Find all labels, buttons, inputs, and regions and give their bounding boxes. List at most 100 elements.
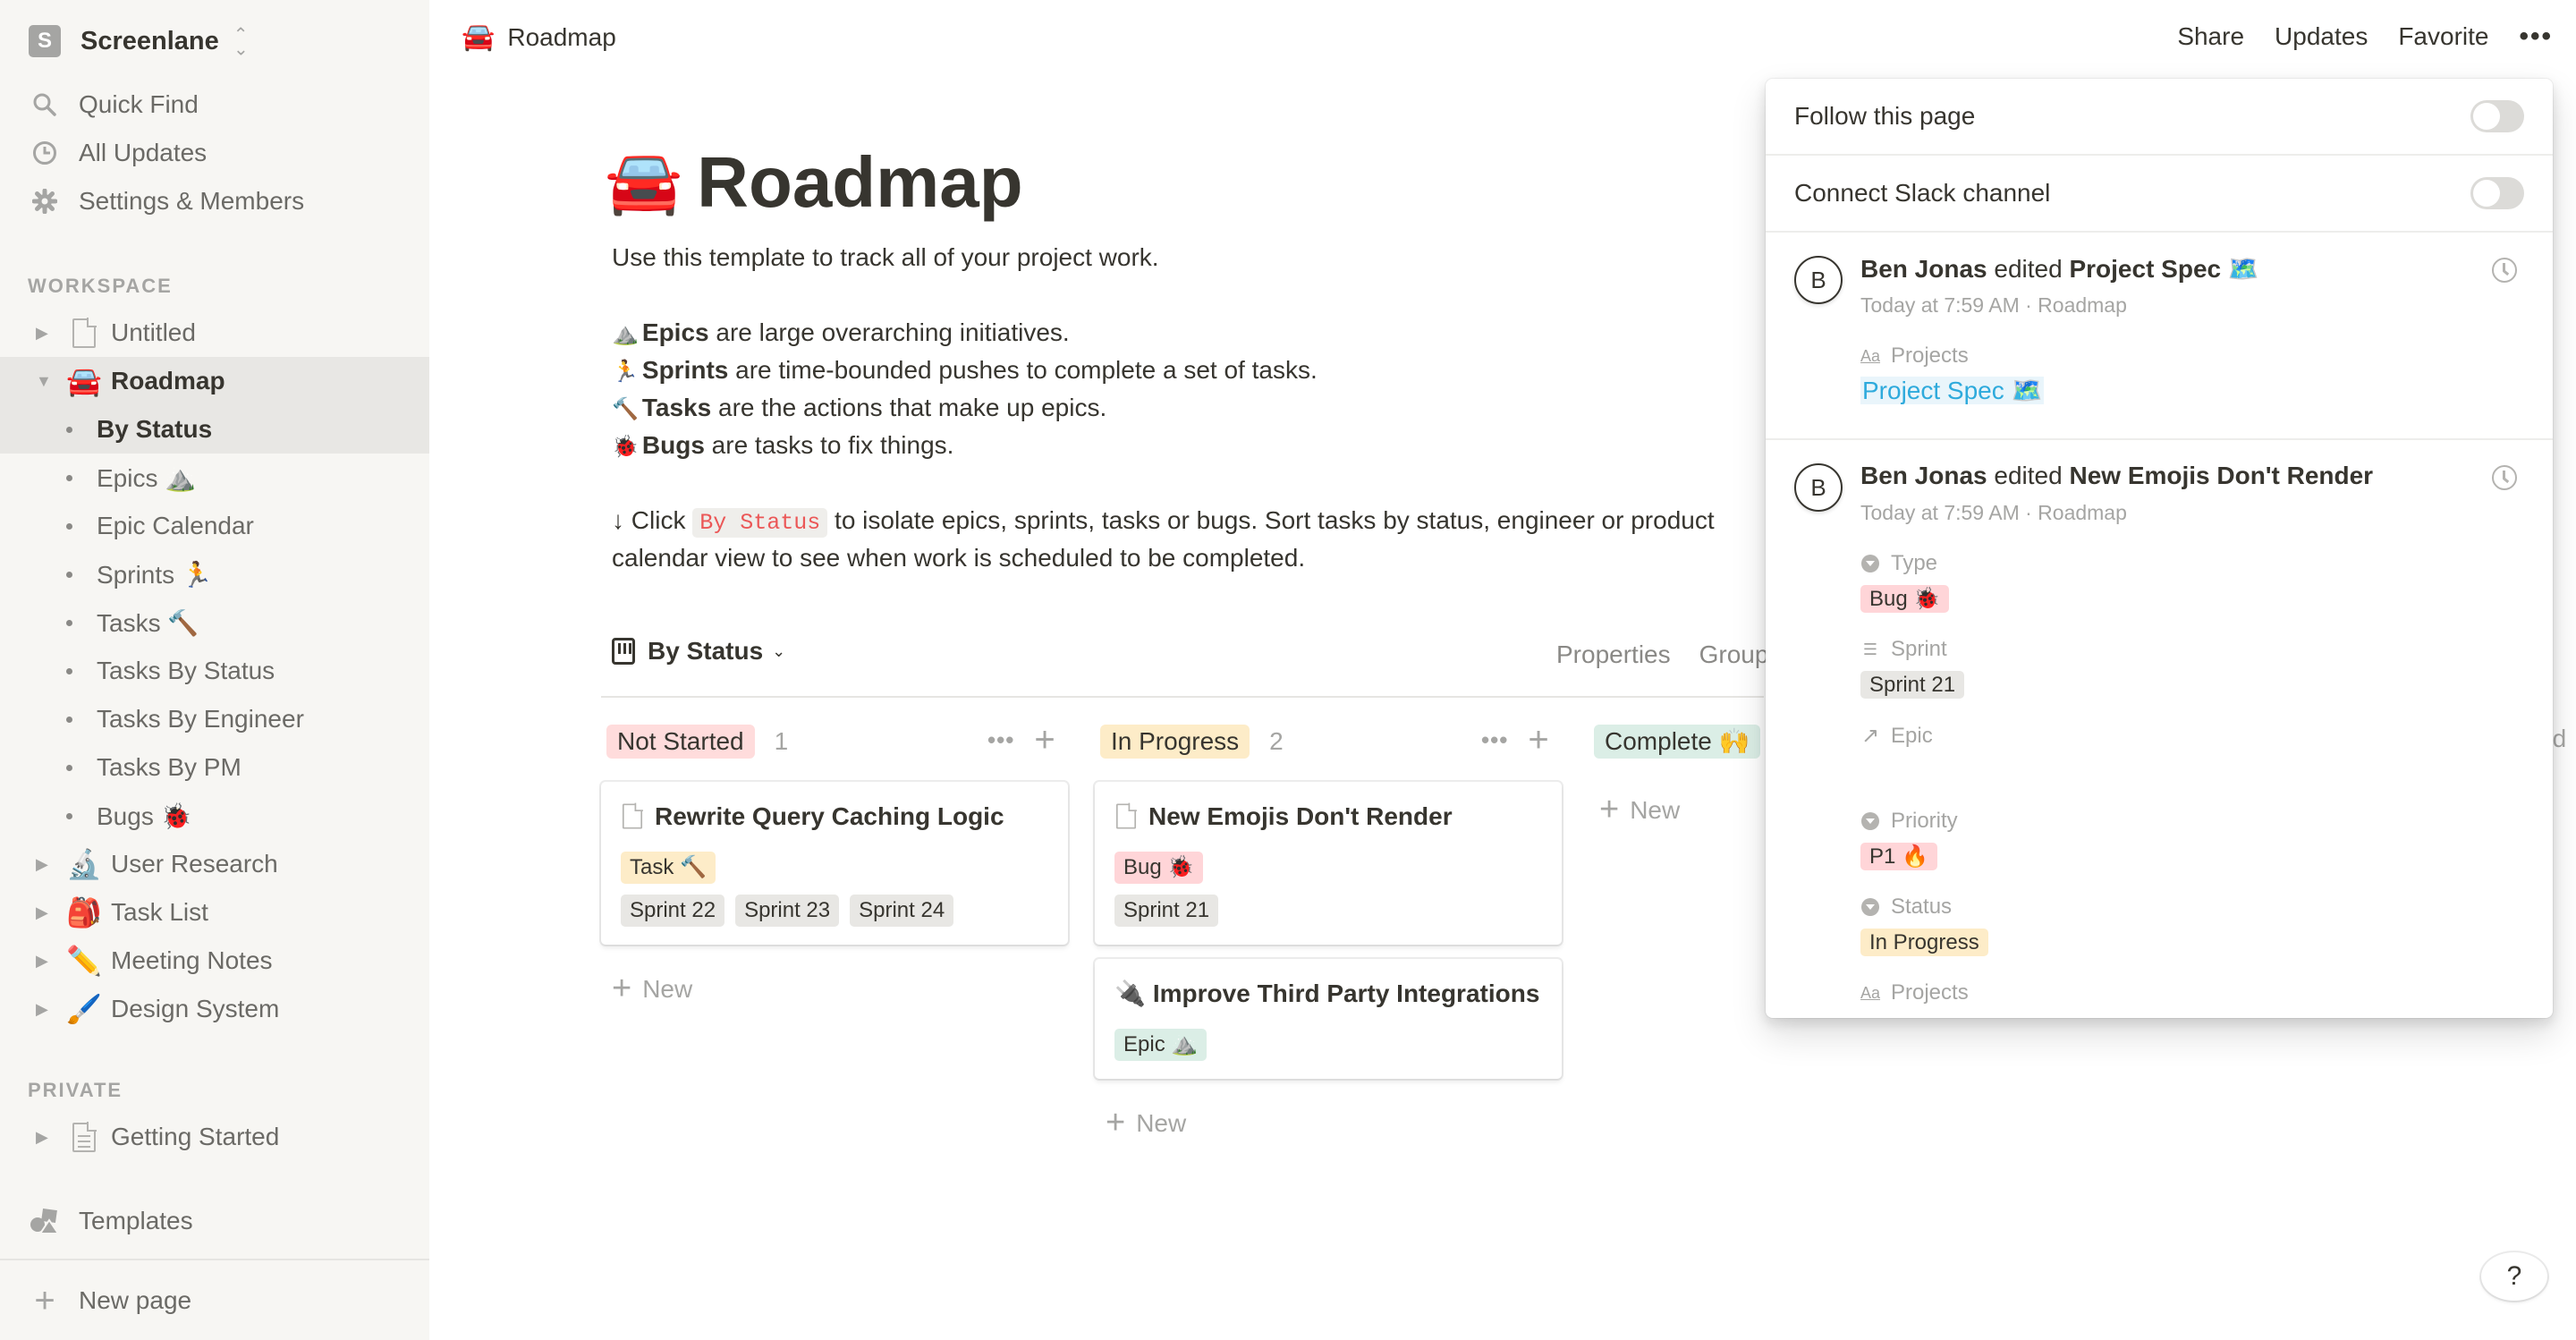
column-add-icon[interactable]: + (1034, 722, 1055, 758)
instruction-line-2: calendar view to see when work is schedu… (612, 544, 1306, 572)
help-button[interactable]: ? (2481, 1252, 2547, 1301)
sidebar-view-label: By Status (97, 415, 213, 443)
group-button[interactable]: Group (1699, 640, 1769, 668)
add-card-not-started[interactable]: + New (612, 970, 692, 1008)
column-more-icon[interactable]: ••• (1481, 726, 1508, 754)
workspace-switcher[interactable]: S Screenlane ⌃ ⌃ (29, 23, 249, 59)
update-item[interactable]: B Ben Jonas edited New Emojis Don't Rend… (1766, 440, 2553, 1018)
breadcrumb-label: Roadmap (507, 22, 616, 51)
sidebar-page-user-research[interactable]: ▶ 🔬 User Research (0, 840, 429, 888)
status-tag: In Progress (1860, 929, 1988, 956)
breadcrumb[interactable]: 🚘 Roadmap (462, 21, 616, 53)
sidebar-view-epics[interactable]: Epics ⛰️ (0, 454, 429, 502)
add-card-in-progress[interactable]: + New (1106, 1104, 1186, 1142)
sidebar-view-tasks[interactable]: Tasks 🔨 (0, 598, 429, 647)
updates-popover: Follow this page Connect Slack channel B… (1766, 79, 2553, 1018)
sidebar-quick-find-label: Quick Find (79, 90, 199, 118)
more-options-icon[interactable]: ••• (2519, 21, 2553, 52)
sidebar-settings[interactable]: Settings & Members (29, 177, 422, 225)
updates-button[interactable]: Updates (2275, 22, 2368, 51)
expand-toggle-icon[interactable]: ▶ (36, 952, 52, 970)
share-button[interactable]: Share (2177, 22, 2244, 51)
sidebar-view-epic-calendar[interactable]: Epic Calendar (0, 502, 429, 550)
update-target[interactable]: New Emojis Don't Render (2069, 462, 2373, 489)
property-name: Projects (1891, 980, 1969, 1005)
sidebar-templates[interactable]: Templates (29, 1197, 422, 1245)
sidebar-view-bugs[interactable]: Bugs 🐞 (0, 792, 429, 840)
expand-toggle-icon[interactable]: ▶ (36, 903, 52, 921)
history-clock-icon[interactable] (2492, 258, 2517, 283)
sidebar-page-design-system[interactable]: ▶ 🖌️ Design System (0, 985, 429, 1033)
history-clock-icon[interactable] (2492, 465, 2517, 490)
column-count: 2 (1269, 727, 1284, 755)
update-user: Ben Jonas (1860, 462, 1987, 489)
follow-page-row[interactable]: Follow this page (1766, 79, 2553, 156)
property-value: P1 🔥 (1860, 843, 1948, 871)
project-link[interactable]: Project Spec 🗺️ (1860, 377, 2045, 404)
car-emoji-icon[interactable]: 🚘 (605, 146, 682, 219)
new-label: New (1630, 795, 1681, 824)
page-title[interactable]: 🚘 Roadmap (605, 141, 1023, 224)
column-tools: ••• + (987, 722, 1055, 758)
sidebar-page-getting-started[interactable]: ▶ Getting Started (0, 1113, 429, 1161)
property-label: Type (1860, 551, 1937, 576)
property-label: Aa Projects (1860, 343, 1969, 369)
update-meta: Today at 7:59 AM · Roadmap (1860, 501, 2127, 524)
hammer-emoji-icon: 🔨 (612, 397, 639, 421)
sidebar-view-by-status[interactable]: By Status (0, 405, 429, 454)
expand-toggle-icon[interactable]: ▶ (36, 855, 52, 873)
sidebar-view-tasks-by-status[interactable]: Tasks By Status (0, 647, 429, 695)
slack-channel-toggle[interactable] (2470, 177, 2524, 209)
sidebar-view-label: Tasks 🔨 (97, 608, 199, 637)
sidebar-page-label: Roadmap (111, 367, 225, 394)
column-header-in-progress[interactable]: In Progress 2 (1100, 725, 1284, 759)
column-add-icon[interactable]: + (1528, 722, 1548, 758)
backpack-emoji-icon: 🎒 (66, 896, 102, 929)
car-emoji-icon: 🚘 (462, 22, 496, 52)
properties-button[interactable]: Properties (1556, 640, 1671, 668)
expand-toggle-icon[interactable]: ▶ (36, 1000, 52, 1018)
private-section-label: PRIVATE (28, 1079, 123, 1101)
update-item[interactable]: B Ben Jonas edited Project Spec 🗺️ Today… (1766, 233, 2553, 440)
board-view-icon (612, 638, 635, 665)
expand-toggle-icon[interactable]: ▶ (36, 1128, 52, 1146)
sidebar-page-untitled[interactable]: ▶ Untitled (0, 309, 429, 357)
definition-term: Epics (641, 318, 709, 346)
expand-toggle-icon[interactable]: ▶ (36, 324, 52, 342)
column-header-complete[interactable]: Complete 🙌 (1594, 725, 1761, 759)
sidebar-quick-find[interactable]: Quick Find (29, 81, 422, 129)
column-header-not-started[interactable]: Not Started 1 (606, 725, 788, 759)
definition-text: are the actions that make up epics. (711, 394, 1107, 421)
sidebar-page-meeting-notes[interactable]: ▶ ✏️ Meeting Notes (0, 937, 429, 985)
collapse-toggle-icon[interactable]: ▼ (36, 372, 52, 390)
sidebar-view-sprints[interactable]: Sprints 🏃 (0, 550, 429, 598)
add-card-complete[interactable]: + New (1599, 791, 1680, 829)
sidebar-page-task-list[interactable]: ▶ 🎒 Task List (0, 888, 429, 937)
update-target[interactable]: Project Spec 🗺️ (2069, 255, 2258, 283)
sidebar-page-roadmap[interactable]: ▼ 🚘 Roadmap (0, 357, 429, 405)
pencil-emoji-icon: ✏️ (66, 945, 102, 977)
sidebar-view-tasks-by-engineer[interactable]: Tasks By Engineer (0, 695, 429, 743)
board-card[interactable]: Rewrite Query Caching Logic Task 🔨 Sprin… (601, 782, 1068, 945)
text-icon: Aa (1860, 983, 1881, 1002)
sprint-tag: Sprint 23 (735, 895, 840, 927)
sidebar-view-label: Epic Calendar (97, 512, 254, 539)
definition-term: Tasks (641, 394, 712, 421)
follow-page-toggle[interactable] (2470, 100, 2524, 132)
sidebar-templates-label: Templates (79, 1207, 193, 1234)
sidebar-page-label: Untitled (111, 318, 196, 346)
slack-channel-row[interactable]: Connect Slack channel (1766, 156, 2553, 233)
new-page-button[interactable]: + New page (29, 1277, 191, 1324)
workspace-logo: S (29, 25, 61, 57)
sidebar-settings-label: Settings & Members (79, 187, 305, 215)
favorite-button[interactable]: Favorite (2398, 22, 2488, 51)
board-card[interactable]: 🔌 Improve Third Party Integrations Epic … (1095, 959, 1562, 1079)
view-switcher[interactable]: By Status ⌄ (612, 637, 785, 666)
sidebar-view-label: Tasks By PM (97, 753, 242, 781)
sidebar-view-tasks-by-pm[interactable]: Tasks By PM (0, 743, 429, 792)
column-more-icon[interactable]: ••• (987, 726, 1014, 754)
sidebar-all-updates[interactable]: All Updates (29, 129, 422, 177)
board-card[interactable]: New Emojis Don't Render Bug 🐞 Sprint 21 (1095, 782, 1562, 945)
bullet-icon (66, 474, 72, 481)
bullet-icon (66, 764, 72, 771)
